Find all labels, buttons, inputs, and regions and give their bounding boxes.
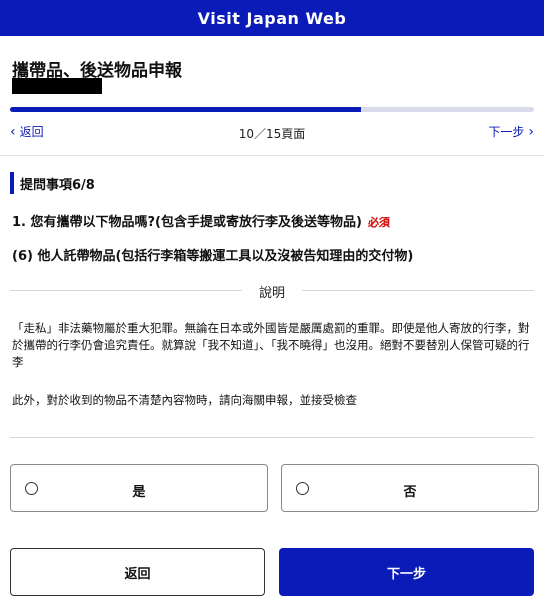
question-text: 1. 您有攜帶以下物品嗎?(包含手提或寄放行李及後送等物品) 必須	[12, 211, 390, 230]
option-no[interactable]: 否	[281, 464, 539, 512]
back-button[interactable]: 返回	[10, 548, 265, 596]
question-label: 1. 您有攜帶以下物品嗎?(包含手提或寄放行李及後送等物品)	[12, 215, 362, 230]
option-yes[interactable]: 是	[10, 464, 268, 512]
divider	[10, 437, 534, 438]
sub-item-text: (6) 他人託帶物品(包括行李箱等搬運工具以及沒被告知理由的交付物)	[12, 249, 414, 264]
section-tag: 提問事項6/8	[10, 172, 95, 194]
progress-fill	[10, 107, 362, 112]
nav-next-label: 下一步	[488, 125, 525, 139]
explanation-paragraph-2: 此外，對於收到的物品不清楚內容物時，請向海關申報，並接受檢查	[12, 393, 357, 407]
page-nav: ‹ 返回 10／15頁面 下一步 ›	[0, 119, 544, 143]
option-no-label: 否	[403, 485, 417, 500]
next-button[interactable]: 下一步	[279, 548, 534, 596]
redacted-block	[12, 78, 102, 94]
explanation-label: 說明	[258, 286, 285, 301]
progress-bar	[10, 107, 534, 112]
page-indicator: 10／15頁面	[238, 127, 306, 141]
option-yes-label: 是	[132, 485, 146, 500]
explanation-paragraph-1: 「走私」非法藥物屬於重大犯罪。無論在日本或外國皆是嚴厲處罰的重罪。即使是他人寄放…	[12, 321, 530, 369]
app-header: Visit Japan Web	[0, 0, 544, 36]
required-badge: 必須	[367, 216, 390, 229]
explanation-divider-right	[302, 290, 534, 291]
nav-next-link[interactable]: 下一步 ›	[488, 123, 534, 140]
chevron-right-icon: ›	[528, 123, 534, 140]
app-title: Visit Japan Web	[197, 8, 347, 28]
divider	[0, 155, 544, 156]
